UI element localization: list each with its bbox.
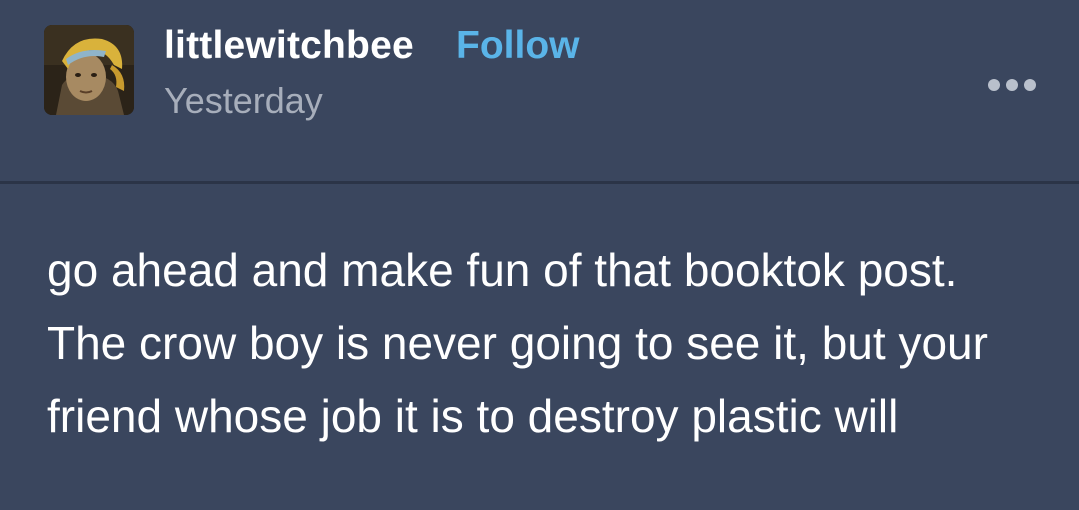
avatar-image <box>44 25 134 115</box>
menu-dot <box>1006 79 1018 91</box>
menu-dot <box>988 79 1000 91</box>
avatar[interactable] <box>44 25 134 115</box>
post-header: littlewitchbee Follow Yesterday <box>0 0 1079 182</box>
username[interactable]: littlewitchbee <box>164 24 414 68</box>
header-divider <box>0 181 1079 184</box>
ellipsis-icon[interactable] <box>986 72 1038 98</box>
post-timestamp: Yesterday <box>164 80 323 121</box>
follow-button[interactable]: Follow <box>456 24 579 68</box>
menu-dot <box>1024 79 1036 91</box>
post-body-text: go ahead and make fun of that booktok po… <box>47 244 988 442</box>
